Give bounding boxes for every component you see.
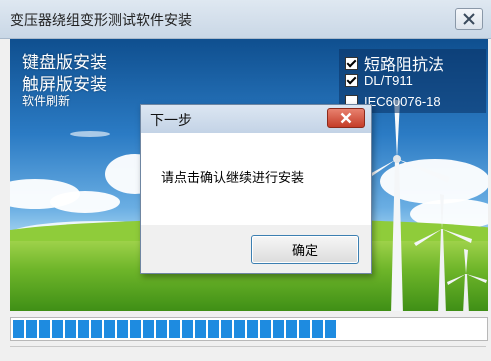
dialog-footer: 确定 [141,225,371,273]
install-progress-bar [10,317,488,341]
dialog-body: 请点击确认继续进行安装 [141,133,371,225]
dialog-title: 下一步 [150,113,192,129]
cloud [70,131,110,137]
option-label: 短路阻抗法 [364,55,445,74]
dialog-close-button[interactable] [327,108,365,128]
progress-fill [13,320,336,338]
status-bar [10,346,486,361]
dialog-message: 请点击确认继续进行安装 [161,171,305,186]
checkbox-checked[interactable] [345,56,358,70]
close-icon [340,112,352,124]
software-refresh-button[interactable]: 软件刷新 [22,92,70,109]
ok-button[interactable]: 确定 [251,235,359,264]
checkbox-checked[interactable] [345,74,358,87]
window-title: 变压器绕组变形测试软件安装 [10,13,192,29]
next-step-dialog: 下一步 请点击确认继续进行安装 确定 [140,104,372,274]
close-icon [463,13,475,25]
window-titlebar: 变压器绕组变形测试软件安装 [0,0,491,39]
window-close-button[interactable] [455,8,483,30]
option-dlt911[interactable]: DL/T911 [345,73,413,88]
dialog-titlebar: 下一步 [141,105,371,133]
option-short-circuit-impedance[interactable]: 短路阻抗法 [345,51,444,75]
cloud [50,191,120,213]
option-label: IEC60076-18 [364,94,441,109]
option-label: DL/T911 [364,73,413,88]
